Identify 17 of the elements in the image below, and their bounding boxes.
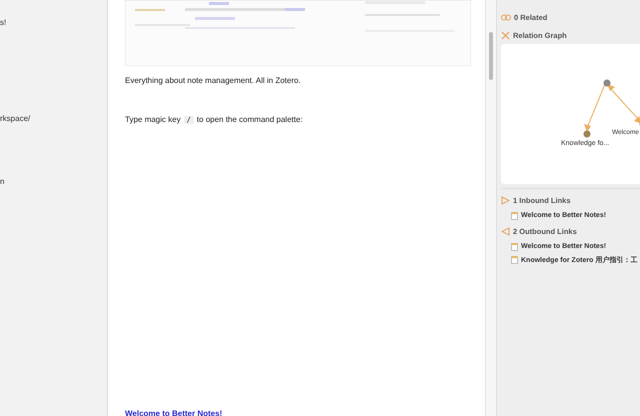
note-icon xyxy=(511,242,518,250)
inbound-icon xyxy=(501,196,510,204)
graph-icon xyxy=(501,30,510,40)
graph-arrow xyxy=(607,84,640,124)
paragraph-text: Type magic key xyxy=(125,115,181,124)
graph-arrow xyxy=(584,84,606,132)
paragraph-text: to open the command palette: xyxy=(196,115,303,124)
scrollbar-thumb[interactable] xyxy=(489,32,493,80)
paragraph-text: Everything about note management. All in Zotero. xyxy=(125,76,302,85)
note-icon xyxy=(511,212,518,220)
list-item[interactable]: n xyxy=(0,177,4,186)
outbound-icon xyxy=(501,226,510,236)
list-item[interactable]: s! xyxy=(0,18,6,27)
list-item[interactable]: rkspace/ xyxy=(0,114,30,123)
note-icon xyxy=(511,256,518,264)
note-link[interactable]: Welcome to Better Notes! xyxy=(125,409,222,416)
link-icon xyxy=(501,14,511,20)
